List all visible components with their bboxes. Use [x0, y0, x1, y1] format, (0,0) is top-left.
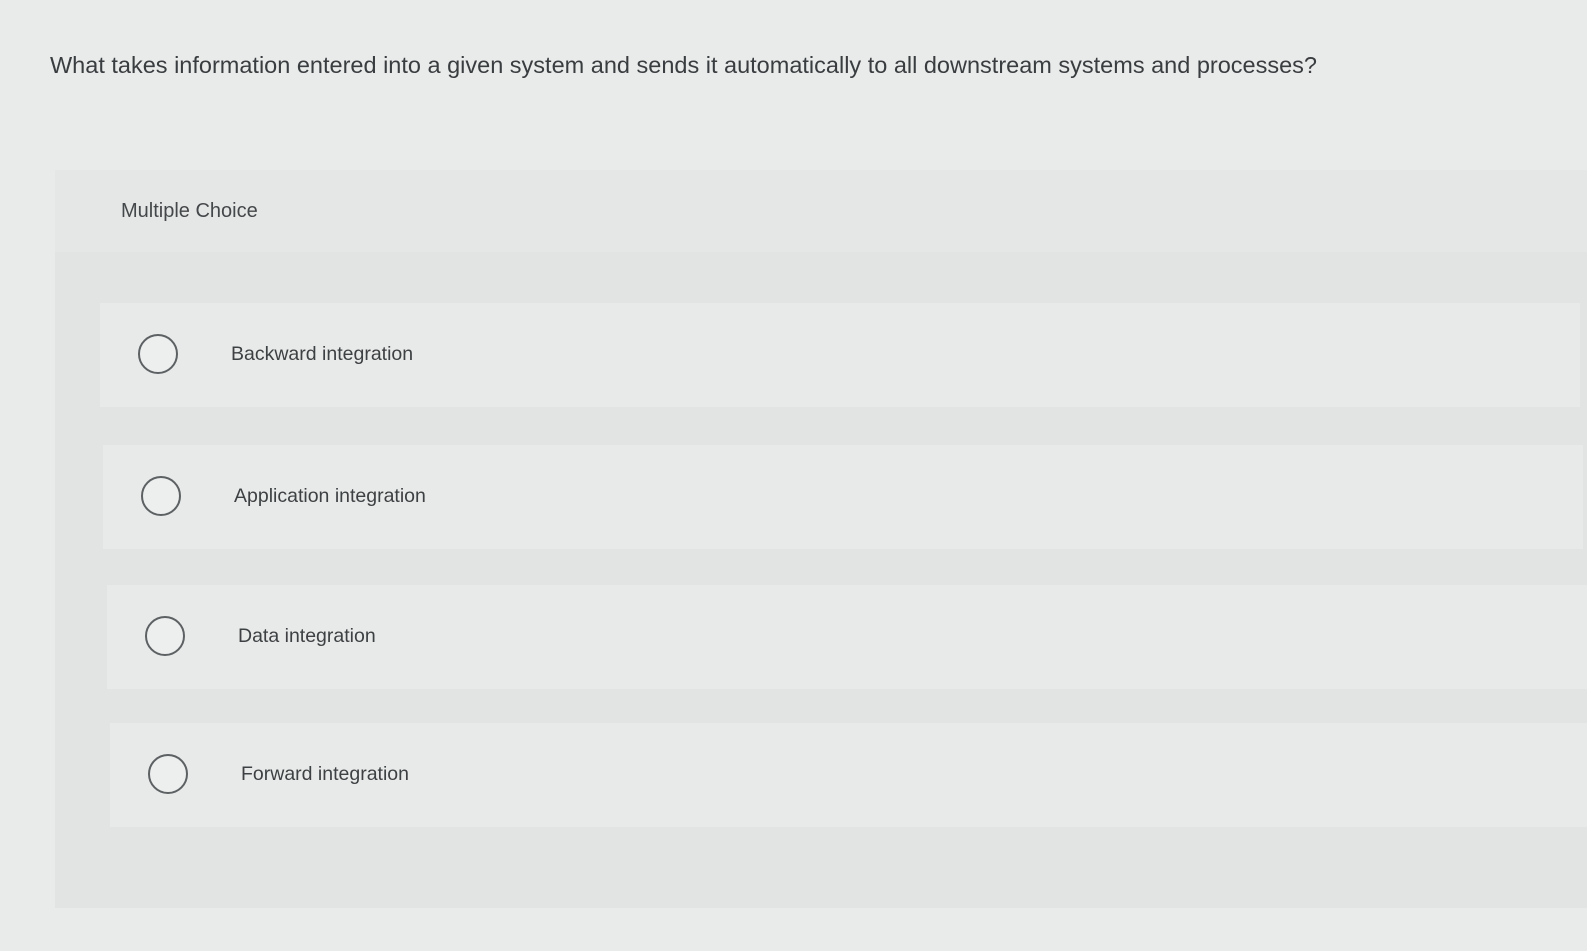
option-label: Application integration	[234, 485, 426, 507]
choice-header: Multiple Choice	[55, 170, 1587, 252]
option-forward-integration[interactable]: Forward integration	[110, 723, 1587, 827]
radio-button-icon[interactable]	[145, 616, 185, 656]
option-application-integration[interactable]: Application integration	[103, 445, 1583, 549]
option-label: Backward integration	[231, 343, 414, 365]
radio-button-icon[interactable]	[141, 476, 181, 516]
radio-button-icon[interactable]	[138, 334, 178, 374]
radio-button-icon[interactable]	[148, 754, 188, 794]
option-label: Data integration	[238, 625, 376, 647]
multiple-choice-panel: Multiple Choice Backward integration App…	[55, 170, 1587, 908]
option-label: Forward integration	[241, 763, 409, 785]
option-data-integration[interactable]: Data integration	[107, 585, 1587, 689]
question-text: What takes information entered into a gi…	[50, 52, 1318, 78]
question-type-label: Multiple Choice	[121, 200, 258, 222]
option-backward-integration[interactable]: Backward integration	[100, 303, 1580, 407]
